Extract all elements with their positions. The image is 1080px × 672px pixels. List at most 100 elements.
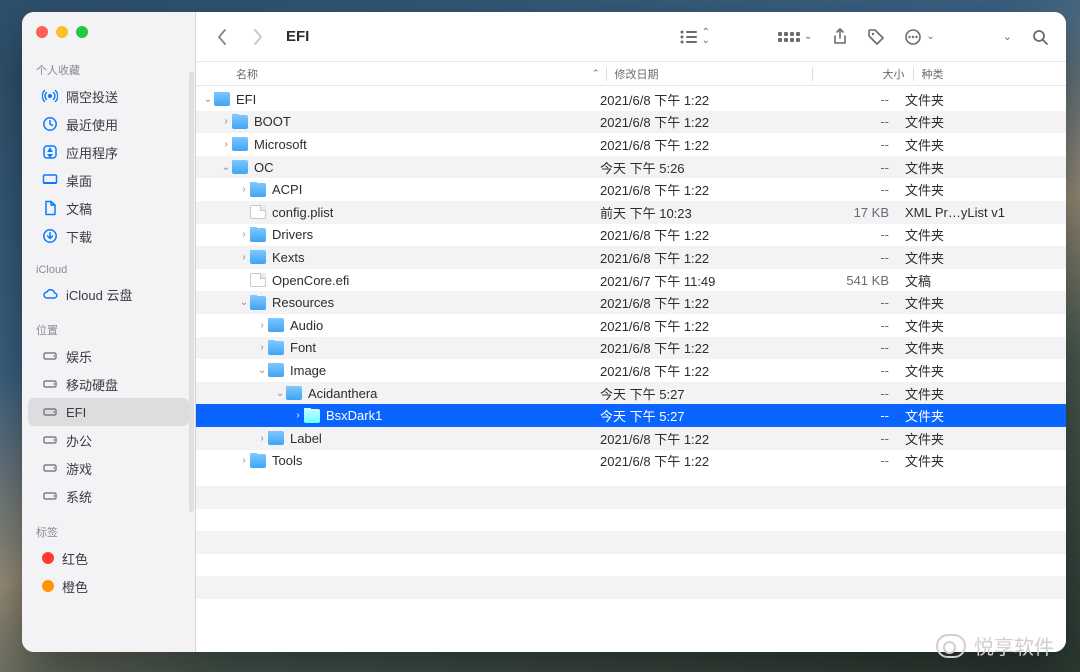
- sidebar-tag-red[interactable]: 红色: [28, 544, 189, 572]
- sidebar-icloud-header: iCloud: [22, 258, 195, 280]
- desktop-icon: [42, 172, 58, 188]
- file-row[interactable]: ⌄OC今天 下午 5:26--文件夹: [196, 156, 1066, 179]
- folder-icon: [268, 431, 284, 445]
- file-row[interactable]: ›Audio2021/6/8 下午 1:22--文件夹: [196, 314, 1066, 337]
- file-row[interactable]: ›Label2021/6/8 下午 1:22--文件夹: [196, 427, 1066, 450]
- file-size: 17 KB: [797, 205, 897, 220]
- disclosure-closed-icon[interactable]: ›: [238, 455, 250, 466]
- sidebar-item-应用程序[interactable]: 应用程序: [28, 138, 189, 166]
- search-button[interactable]: [1026, 25, 1054, 49]
- fullscreen-button[interactable]: [76, 26, 88, 38]
- sidebar-item-隔空投送[interactable]: 隔空投送: [28, 82, 189, 110]
- file-size: --: [797, 363, 897, 378]
- sidebar-tag-orange[interactable]: 橙色: [28, 572, 189, 600]
- column-header-date[interactable]: 修改日期: [607, 66, 812, 82]
- sidebar-item-label: 娱乐: [66, 347, 92, 366]
- file-name: Tools: [272, 453, 302, 468]
- sidebar-item-label: 移动硬盘: [66, 375, 118, 394]
- sidebar-item-桌面[interactable]: 桌面: [28, 166, 189, 194]
- forward-button[interactable]: [244, 25, 272, 49]
- file-size: --: [797, 92, 897, 107]
- folder-icon: [268, 363, 284, 377]
- disk-icon: [42, 432, 58, 448]
- file-size: --: [797, 386, 897, 401]
- disclosure-closed-icon[interactable]: ›: [220, 139, 232, 150]
- folder-icon: [232, 160, 248, 174]
- file-row[interactable]: ⌄Resources2021/6/8 下午 1:22--文件夹: [196, 291, 1066, 314]
- disclosure-closed-icon[interactable]: ›: [256, 320, 268, 331]
- sidebar-item-文稿[interactable]: 文稿: [28, 194, 189, 222]
- disclosure-closed-icon[interactable]: ›: [256, 342, 268, 353]
- sidebar-item-label: 橙色: [62, 577, 88, 596]
- close-button[interactable]: [36, 26, 48, 38]
- overflow-button[interactable]: ⌄: [997, 25, 1018, 49]
- tags-button[interactable]: [862, 25, 890, 49]
- sidebar-item-游戏[interactable]: 游戏: [28, 454, 189, 482]
- file-row[interactable]: ›Font2021/6/8 下午 1:22--文件夹: [196, 337, 1066, 360]
- file-row[interactable]: ›BsxDark1今天 下午 5:27--文件夹: [196, 404, 1066, 427]
- file-size: --: [797, 182, 897, 197]
- column-header-name[interactable]: 名称: [196, 66, 592, 82]
- file-row[interactable]: ›BOOT2021/6/8 下午 1:22--文件夹: [196, 111, 1066, 134]
- file-name: Font: [290, 340, 316, 355]
- disclosure-closed-icon[interactable]: ›: [292, 410, 304, 421]
- file-date: 2021/6/8 下午 1:22: [592, 180, 797, 199]
- disclosure-open-icon[interactable]: ⌄: [274, 388, 286, 399]
- file-row[interactable]: ⌄EFI2021/6/8 下午 1:22--文件夹: [196, 88, 1066, 111]
- file-row[interactable]: ›Microsoft2021/6/8 下午 1:22--文件夹: [196, 133, 1066, 156]
- file-row[interactable]: OpenCore.efi2021/6/7 下午 11:49541 KB文稿: [196, 269, 1066, 292]
- file-row[interactable]: ›ACPI2021/6/8 下午 1:22--文件夹: [196, 178, 1066, 201]
- sidebar-item-icloud 云盘[interactable]: iCloud 云盘: [28, 280, 189, 308]
- file-row[interactable]: config.plist前天 下午 10:2317 KBXML Pr…yList…: [196, 201, 1066, 224]
- file-size: --: [797, 453, 897, 468]
- sidebar-item-办公[interactable]: 办公: [28, 426, 189, 454]
- action-menu-button[interactable]: ⌄: [898, 25, 940, 49]
- file-name: BOOT: [254, 114, 291, 129]
- file-row[interactable]: ›Kexts2021/6/8 下午 1:22--文件夹: [196, 246, 1066, 269]
- disk-icon: [42, 376, 58, 392]
- folder-icon: [268, 341, 284, 355]
- file-name: Audio: [290, 318, 323, 333]
- sidebar-item-娱乐[interactable]: 娱乐: [28, 342, 189, 370]
- sidebar-item-移动硬盘[interactable]: 移动硬盘: [28, 370, 189, 398]
- file-date: 2021/6/8 下午 1:22: [592, 361, 797, 380]
- sidebar-item-下载[interactable]: 下载: [28, 222, 189, 250]
- sidebar-item-label: 文稿: [66, 199, 92, 218]
- sidebar-item-efi[interactable]: EFI: [28, 398, 189, 426]
- file-kind: 文件夹: [897, 293, 1058, 312]
- disclosure-open-icon[interactable]: ⌄: [202, 94, 214, 105]
- airdrop-icon: [42, 88, 58, 104]
- disclosure-open-icon[interactable]: ⌄: [220, 162, 232, 173]
- file-date: 2021/6/8 下午 1:22: [592, 429, 797, 448]
- group-by-button[interactable]: ⌄: [772, 25, 818, 49]
- disclosure-open-icon[interactable]: ⌄: [238, 297, 250, 308]
- doc-icon: [42, 200, 58, 216]
- file-kind: 文件夹: [897, 248, 1058, 267]
- disclosure-closed-icon[interactable]: ›: [238, 229, 250, 240]
- disclosure-closed-icon[interactable]: ›: [238, 252, 250, 263]
- minimize-button[interactable]: [56, 26, 68, 38]
- share-button[interactable]: [826, 25, 854, 49]
- sidebar-icloud: iCloud iCloud 云盘: [22, 256, 195, 314]
- file-row[interactable]: ⌄Image2021/6/8 下午 1:22--文件夹: [196, 359, 1066, 382]
- file-kind: 文件夹: [897, 451, 1058, 470]
- sidebar-item-最近使用[interactable]: 最近使用: [28, 110, 189, 138]
- folder-icon: [250, 296, 266, 310]
- sidebar-scrollbar[interactable]: [189, 72, 194, 512]
- disclosure-closed-icon[interactable]: ›: [220, 116, 232, 127]
- back-button[interactable]: [208, 25, 236, 49]
- file-date: 2021/6/7 下午 11:49: [592, 271, 797, 290]
- sidebar-item-系统[interactable]: 系统: [28, 482, 189, 510]
- column-header-size[interactable]: 大小: [813, 66, 913, 82]
- file-row[interactable]: ›Drivers2021/6/8 下午 1:22--文件夹: [196, 224, 1066, 247]
- disk-icon: [42, 348, 58, 364]
- column-header-kind[interactable]: 种类: [914, 66, 1058, 82]
- disclosure-closed-icon[interactable]: ›: [256, 433, 268, 444]
- view-mode-button[interactable]: ⌃⌄: [674, 25, 716, 49]
- file-row[interactable]: ›Tools2021/6/8 下午 1:22--文件夹: [196, 450, 1066, 473]
- file-name: Microsoft: [254, 137, 307, 152]
- chevron-down-icon: ⌄: [804, 31, 812, 42]
- file-row[interactable]: ⌄Acidanthera今天 下午 5:27--文件夹: [196, 382, 1066, 405]
- disclosure-closed-icon[interactable]: ›: [238, 184, 250, 195]
- disclosure-open-icon[interactable]: ⌄: [256, 365, 268, 376]
